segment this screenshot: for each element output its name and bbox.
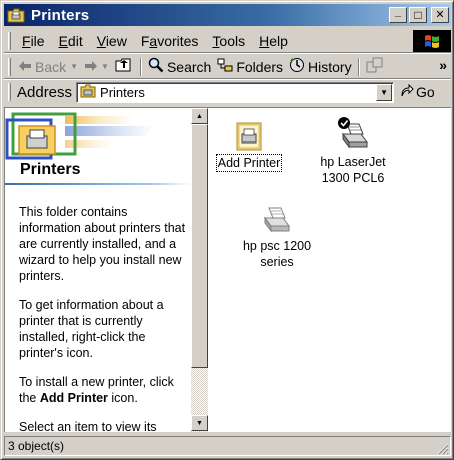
menu-grip[interactable]: [8, 31, 11, 50]
main-area: Printers This folder contains informatio…: [4, 107, 451, 432]
history-label: History: [308, 58, 352, 75]
info-paragraph: Select an item to view its: [19, 420, 157, 432]
go-arrow-icon: [400, 83, 414, 101]
back-arrow-icon: [18, 59, 32, 75]
history-button[interactable]: History: [286, 56, 355, 78]
up-folder-button[interactable]: [112, 56, 137, 78]
menu-favorites[interactable]: Favorites: [134, 33, 206, 49]
printer-label-line2: 1300 PCL6: [321, 171, 385, 185]
title-bar[interactable]: Printers _ □ ✕: [4, 4, 451, 26]
move-to-icon: [366, 57, 384, 76]
status-panel: 3 object(s): [4, 436, 451, 456]
search-icon: [148, 57, 164, 76]
window-title: Printers: [31, 6, 90, 24]
maximize-button[interactable]: □: [409, 7, 427, 23]
address-input[interactable]: Printers ▼: [76, 81, 395, 103]
resize-grip-icon[interactable]: [437, 443, 449, 455]
printer-label-line2: series: [260, 255, 294, 269]
info-banner: Printers: [5, 108, 191, 186]
chevron-down-icon: ▼: [196, 419, 203, 427]
toolbar-separator: [139, 57, 142, 76]
add-printer-link-text: Add Printer: [39, 391, 108, 405]
toolbar-grip[interactable]: [8, 57, 11, 76]
printer-item-psc[interactable]: hp psc 1200 series: [229, 200, 325, 270]
menu-edit[interactable]: Edit: [52, 33, 90, 49]
move-to-button[interactable]: [363, 56, 390, 78]
history-icon: [289, 57, 305, 76]
printer-icon: [229, 200, 325, 238]
go-label: Go: [416, 84, 435, 100]
add-printer-label: Add Printer: [215, 154, 283, 172]
menu-view[interactable]: View: [90, 33, 134, 49]
scroll-up-button[interactable]: ▲: [191, 108, 208, 124]
forward-dropdown-icon[interactable]: ▼: [101, 62, 109, 71]
search-label: Search: [166, 58, 212, 75]
address-label: Address: [17, 83, 73, 101]
add-printer-icon: [211, 120, 287, 154]
scroll-down-button[interactable]: ▼: [191, 415, 208, 431]
back-label: Back: [35, 58, 67, 75]
windows-logo-icon: [413, 30, 451, 52]
menu-file[interactable]: File: [15, 33, 52, 49]
search-button[interactable]: Search: [145, 56, 214, 78]
folders-icon: [217, 57, 233, 76]
folders-label: Folders: [236, 58, 284, 75]
printers-folder-icon: [80, 84, 96, 101]
default-printer-icon: [305, 116, 401, 154]
back-dropdown-icon[interactable]: ▼: [70, 62, 78, 71]
address-bar: Address Printers ▼ Go: [4, 80, 451, 104]
info-paragraph: This folder contains information about p…: [19, 205, 186, 283]
printers-folder-icon: [7, 7, 25, 23]
forward-arrow-icon: [84, 59, 98, 75]
info-text: This folder contains information about p…: [19, 204, 189, 432]
up-folder-icon: [115, 58, 131, 75]
maximize-icon: □: [414, 8, 422, 22]
printer-label-line1: hp psc 1200: [242, 239, 312, 253]
status-bar: 3 object(s): [4, 435, 451, 457]
info-paragraph: To install a new printer, click the Add …: [19, 375, 174, 405]
address-dropdown-button[interactable]: ▼: [376, 83, 393, 101]
close-button[interactable]: ✕: [431, 7, 449, 23]
info-pane-scrollbar[interactable]: ▲ ▼: [191, 108, 208, 432]
address-grip[interactable]: [8, 83, 11, 101]
standard-toolbar: Back ▼ ▼ Search Folders History »: [4, 55, 451, 79]
close-icon: ✕: [435, 8, 445, 21]
folders-button[interactable]: Folders: [214, 56, 286, 78]
address-value: Printers: [100, 84, 145, 100]
scroll-thumb[interactable]: [191, 124, 208, 368]
printer-item-laserjet[interactable]: hp LaserJet 1300 PCL6: [305, 116, 401, 186]
chevron-up-icon: ▲: [196, 112, 203, 120]
minimize-icon: _: [394, 6, 402, 18]
forward-button[interactable]: ▼: [81, 56, 112, 78]
explorer-window: Printers _ □ ✕ File Edit View Favorites …: [0, 0, 454, 460]
menu-bar: File Edit View Favorites Tools Help: [4, 29, 451, 53]
chevron-down-icon: ▼: [380, 87, 388, 97]
info-pane: Printers This folder contains informatio…: [5, 108, 191, 432]
status-text: 3 object(s): [8, 439, 65, 453]
printer-label-line1: hp LaserJet: [320, 155, 386, 169]
minimize-button[interactable]: _: [389, 7, 407, 23]
banner-divider: [5, 183, 191, 185]
menu-tools[interactable]: Tools: [205, 33, 252, 49]
add-printer-item[interactable]: Add Printer: [211, 120, 287, 172]
go-button[interactable]: Go: [400, 83, 435, 101]
menu-help[interactable]: Help: [252, 33, 295, 49]
file-view: Add Printer hp LaserJet 1300 PCL6 hp psc…: [209, 108, 452, 432]
info-title: Printers: [20, 161, 81, 178]
toolbar-more-icon[interactable]: »: [439, 57, 447, 73]
info-paragraph: To get information about a printer that …: [19, 298, 164, 360]
toolbar-separator: [357, 57, 360, 76]
back-button[interactable]: Back ▼: [15, 56, 81, 78]
